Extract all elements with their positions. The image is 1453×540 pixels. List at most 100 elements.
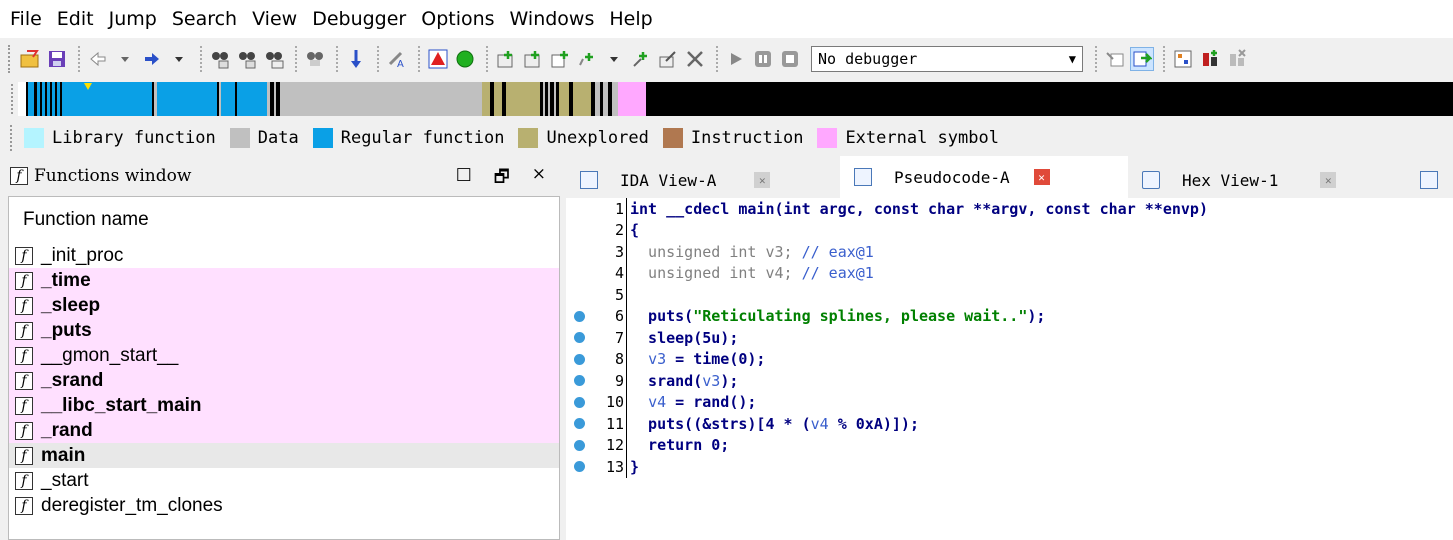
edit-func-icon[interactable] <box>656 47 680 71</box>
forward-icon[interactable] <box>140 47 164 71</box>
breakpoint-icon[interactable] <box>1103 47 1127 71</box>
step-icon[interactable] <box>1130 47 1154 71</box>
tab-pseudocode-a[interactable]: Pseudocode-A ✕ <box>840 156 1128 198</box>
warning-icon[interactable] <box>426 47 450 71</box>
plugin-icon[interactable] <box>1198 47 1222 71</box>
graph-icon[interactable] <box>1171 47 1195 71</box>
close-icon[interactable]: × <box>532 164 546 193</box>
add-enum-icon[interactable] <box>521 47 545 71</box>
debugger-select[interactable]: No debugger ▼ <box>811 46 1083 72</box>
delete-func-icon[interactable] <box>629 47 653 71</box>
close-icon[interactable] <box>683 47 707 71</box>
stop-icon[interactable] <box>778 47 802 71</box>
function-row[interactable]: f _srand <box>9 368 559 393</box>
function-row[interactable]: f _start <box>9 468 559 493</box>
menu-view[interactable]: View <box>252 8 297 30</box>
function-row[interactable]: f deregister_tm_clones <box>9 493 559 518</box>
function-row[interactable]: f _init_proc <box>9 243 559 268</box>
code-line[interactable]: 9 srand(v3); <box>566 370 1453 392</box>
breakpoint-dot-icon[interactable] <box>574 375 585 386</box>
code-line[interactable]: 8 v3 = time(0); <box>566 348 1453 370</box>
open-icon[interactable] <box>18 47 42 71</box>
code-segment: sleep(5u); <box>630 328 739 347</box>
tab-more[interactable] <box>1410 162 1450 198</box>
breakpoint-dot-icon[interactable] <box>574 396 585 408</box>
breakpoint-dot-icon[interactable] <box>574 461 585 472</box>
green-circle-icon[interactable] <box>453 47 477 71</box>
code-line[interactable]: 13} <box>566 456 1453 478</box>
legend-label: External symbol <box>845 128 999 148</box>
close-icon[interactable]: ✕ <box>754 172 771 188</box>
jump-icon[interactable] <box>344 47 368 71</box>
code-line[interactable]: 12 return 0; <box>566 434 1453 456</box>
back-dropdown-icon[interactable] <box>113 47 137 71</box>
play-icon[interactable] <box>724 47 748 71</box>
function-row[interactable]: f _sleep <box>9 293 559 318</box>
menu-edit[interactable]: Edit <box>57 8 94 30</box>
menu-help[interactable]: Help <box>609 8 652 30</box>
float-icon[interactable]: 🗗 <box>494 164 510 193</box>
code-line[interactable]: 5 <box>566 284 1453 306</box>
function-row[interactable]: f _puts <box>9 318 559 343</box>
code-line[interactable]: 3 unsigned int v3; // eax@1 <box>566 241 1453 263</box>
code-line[interactable]: 1 int __cdecl main(int argc, const char *… <box>566 198 1453 220</box>
function-row[interactable]: f _time <box>9 268 559 293</box>
legend-swatch <box>518 128 539 148</box>
search-binary-icon[interactable] <box>262 47 286 71</box>
functions-list[interactable]: Function name f _init_proc f _time f _sleep f _… <box>8 196 560 540</box>
maximize-icon[interactable]: □ <box>456 164 472 193</box>
menu-jump[interactable]: Jump <box>109 8 157 30</box>
function-row[interactable]: f main <box>9 443 559 468</box>
breakpoint-dot-icon[interactable] <box>574 439 585 451</box>
menu-bar: File Edit Jump Search View Debugger Opti… <box>0 0 1453 38</box>
tab-ida-view-a[interactable]: IDA View-A ✕ <box>566 162 840 198</box>
add-func-icon[interactable] <box>575 47 599 71</box>
breakpoint-dot-icon[interactable] <box>574 332 585 343</box>
code-line[interactable]: 4 unsigned int v4; // eax@1 <box>566 262 1453 284</box>
add-type-icon[interactable] <box>548 47 572 71</box>
close-icon[interactable]: ✕ <box>1033 169 1050 185</box>
breakpoint-dot-icon[interactable] <box>574 353 585 365</box>
code-line[interactable]: 6 puts("Reticulating splines, please wai… <box>566 305 1453 327</box>
code-line[interactable]: 2{ <box>566 219 1453 241</box>
toolbar-grip[interactable] <box>8 45 12 73</box>
search-next-icon[interactable] <box>235 47 259 71</box>
pseudocode-view[interactable]: 1 int __cdecl main(int argc, const char *… <box>566 198 1453 540</box>
functions-window-title: Functions window <box>34 166 192 186</box>
column-header-function-name[interactable]: Function name <box>9 197 559 243</box>
breakpoint-dot-icon[interactable] <box>574 418 585 429</box>
function-icon: f <box>15 496 33 515</box>
search-immediate-icon[interactable] <box>303 47 327 71</box>
add-struct-icon[interactable] <box>494 47 518 71</box>
back-icon[interactable] <box>86 47 110 71</box>
search-text-icon[interactable] <box>208 47 232 71</box>
menu-windows[interactable]: Windows <box>510 8 595 30</box>
code-line[interactable]: 7 sleep(5u); <box>566 327 1453 349</box>
function-row[interactable]: f __libc_start_main <box>9 393 559 418</box>
disable-icon[interactable] <box>1225 47 1249 71</box>
string-icon[interactable]: A <box>385 47 409 71</box>
function-row[interactable]: f _rand <box>9 418 559 443</box>
navigation-band[interactable] <box>0 80 1453 118</box>
legend-swatch <box>817 128 838 148</box>
code-line[interactable]: 10 v4 = rand(); <box>566 391 1453 413</box>
code-string: "Reticulating splines, please wait.." <box>693 307 1028 326</box>
legend-swatch <box>229 128 250 148</box>
function-row[interactable]: f __gmon_start__ <box>9 343 559 368</box>
menu-debugger[interactable]: Debugger <box>312 8 406 30</box>
legend-swatch <box>662 128 683 148</box>
menu-options[interactable]: Options <box>421 8 494 30</box>
breakpoint-dot-icon[interactable] <box>574 310 585 322</box>
dropdown-icon[interactable] <box>602 47 626 71</box>
menu-search[interactable]: Search <box>172 8 237 30</box>
line-number: 3 <box>614 242 624 261</box>
close-icon[interactable]: ✕ <box>1320 172 1337 188</box>
save-icon[interactable] <box>45 47 69 71</box>
line-number: 7 <box>614 328 624 347</box>
pause-icon[interactable] <box>751 47 775 71</box>
forward-dropdown-icon[interactable] <box>167 47 191 71</box>
tab-hex-view-1[interactable]: Hex View-1 ✕ <box>1128 162 1410 198</box>
menu-file[interactable]: File <box>10 8 42 30</box>
code-line[interactable]: 11 puts((&strs)[4 * (v4 % 0xA)]); <box>566 413 1453 435</box>
line-divider <box>626 219 627 241</box>
